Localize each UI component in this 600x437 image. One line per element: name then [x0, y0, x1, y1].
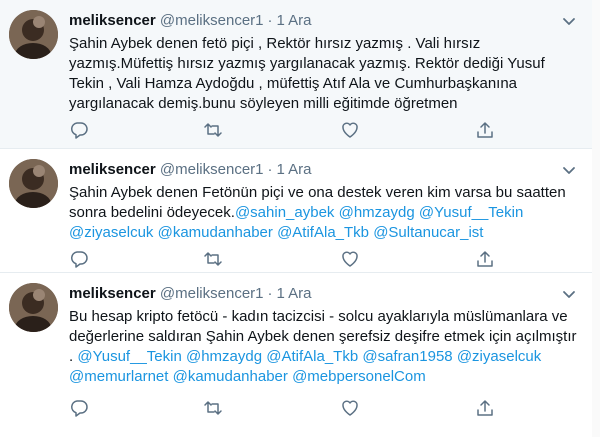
- share-icon[interactable]: [475, 120, 495, 140]
- tweet-actions: [69, 249, 499, 269]
- mention-link[interactable]: @mebpersonelCom: [292, 368, 426, 385]
- tweet-text: Şahin Aybek denen fetö piçi , Rektör hır…: [69, 34, 579, 114]
- mention-link[interactable]: @sahin_aybek: [235, 204, 334, 221]
- avatar[interactable]: [9, 10, 58, 59]
- mention-link[interactable]: @memurlarnet: [69, 368, 168, 385]
- retweet-icon[interactable]: [203, 398, 223, 418]
- tweet-header: meliksencer @meliksencer1 · 1 Ara: [69, 284, 312, 304]
- share-icon[interactable]: [475, 398, 495, 418]
- share-icon[interactable]: [475, 249, 495, 269]
- caret-down-icon[interactable]: [560, 14, 578, 28]
- mention-link[interactable]: @kamudanhaber: [173, 368, 288, 385]
- tweet-text: Bu hesap kripto fetöcü - kadın tacizcisi…: [69, 307, 579, 387]
- avatar[interactable]: [9, 283, 58, 332]
- user-handle[interactable]: @meliksencer1: [160, 12, 264, 29]
- tweet-header: meliksencer @meliksencer1 · 1 Ara: [69, 160, 312, 180]
- display-name[interactable]: meliksencer: [69, 285, 156, 302]
- display-name[interactable]: meliksencer: [69, 12, 156, 29]
- user-handle[interactable]: @meliksencer1: [160, 285, 264, 302]
- mention-link[interactable]: @hmzaydg: [186, 348, 262, 365]
- mention-link[interactable]: @kamudanhaber: [158, 224, 273, 241]
- mention-link[interactable]: @ziyaselcuk: [69, 224, 153, 241]
- separator: ·: [267, 12, 273, 29]
- tweet-text-segment: Şahin Aybek denen fetö piçi , Rektör hır…: [69, 35, 545, 112]
- like-icon[interactable]: [340, 398, 360, 418]
- retweet-icon[interactable]: [203, 249, 223, 269]
- reply-icon[interactable]: [69, 398, 89, 418]
- mention-link[interactable]: @safran1958: [362, 348, 452, 365]
- like-icon[interactable]: [340, 249, 360, 269]
- reply-icon[interactable]: [69, 120, 89, 140]
- mention-link[interactable]: @Sultanucar_ist: [373, 224, 483, 241]
- separator: ·: [267, 161, 273, 178]
- separator: ·: [267, 285, 273, 302]
- tweet[interactable]: meliksencer @meliksencer1 · 1 Ara Şahin Ay…: [0, 0, 592, 149]
- mention-link[interactable]: @Yusuf__Tekin: [77, 348, 181, 365]
- reply-icon[interactable]: [69, 249, 89, 269]
- timeline-feed: meliksencer @meliksencer1 · 1 Ara Şahin Ay…: [0, 0, 600, 437]
- avatar-image: [9, 10, 58, 59]
- timestamp[interactable]: 1 Ara: [277, 285, 312, 302]
- timestamp[interactable]: 1 Ara: [277, 12, 312, 29]
- caret-down-icon[interactable]: [560, 163, 578, 177]
- tweet[interactable]: meliksencer @meliksencer1 · 1 Ara Bu hesap…: [0, 273, 592, 437]
- like-icon[interactable]: [340, 120, 360, 140]
- tweet-header: meliksencer @meliksencer1 · 1 Ara: [69, 11, 312, 31]
- mention-link[interactable]: @Yusuf__Tekin: [419, 204, 523, 221]
- user-handle[interactable]: @meliksencer1: [160, 161, 264, 178]
- tweet-actions: [69, 120, 499, 140]
- avatar-image: [9, 283, 58, 332]
- avatar-image: [9, 159, 58, 208]
- avatar[interactable]: [9, 159, 58, 208]
- tweet-actions: [69, 398, 499, 418]
- tweet-text: Şahin Aybek denen Fetönün piçi ve ona de…: [69, 183, 579, 243]
- retweet-icon[interactable]: [203, 120, 223, 140]
- caret-down-icon[interactable]: [560, 287, 578, 301]
- mention-link[interactable]: @AtifAla_Tkb: [266, 348, 358, 365]
- mention-link[interactable]: @AtifAla_Tkb: [277, 224, 369, 241]
- tweet[interactable]: meliksencer @meliksencer1 · 1 Ara Şahin Ay…: [0, 149, 592, 273]
- scrollbar[interactable]: [592, 0, 600, 437]
- mention-link[interactable]: @hmzaydg: [339, 204, 415, 221]
- timestamp[interactable]: 1 Ara: [277, 161, 312, 178]
- display-name[interactable]: meliksencer: [69, 161, 156, 178]
- mention-link[interactable]: @ziyaselcuk: [457, 348, 541, 365]
